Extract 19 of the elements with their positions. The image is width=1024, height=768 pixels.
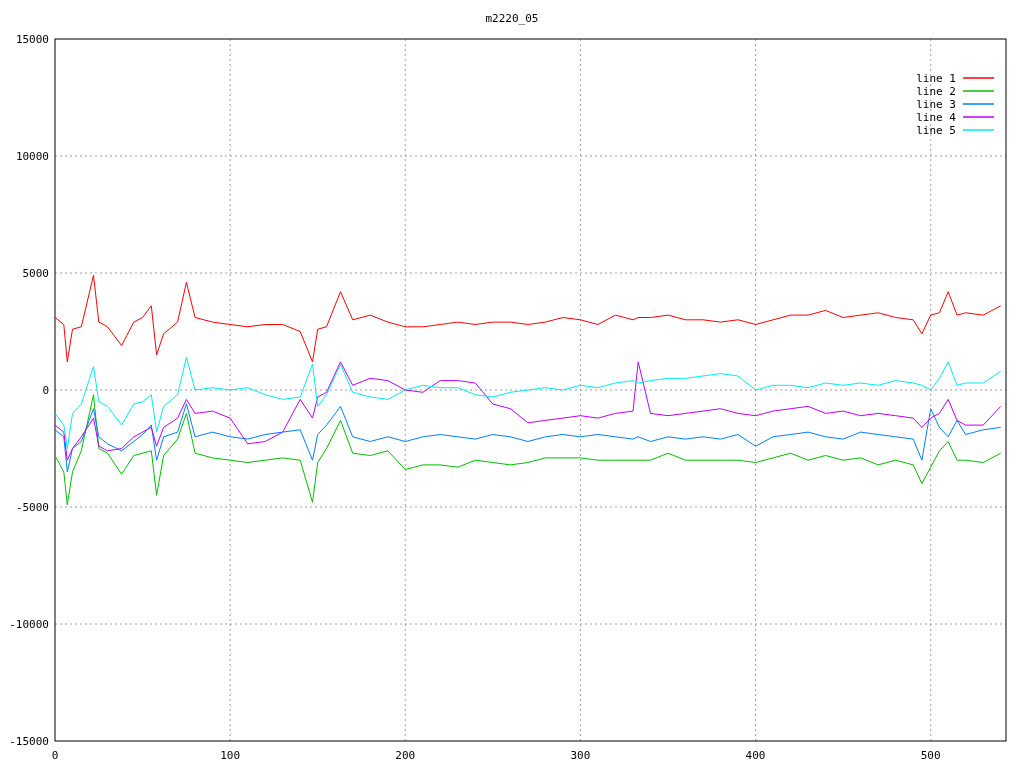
x-tick-label: 200 [395,749,416,762]
x-tick-label: 0 [51,749,59,762]
y-tick-label: -15000 [9,735,49,748]
y-tick-label: -5000 [15,501,49,514]
legend-label: line 3 [916,98,956,111]
x-tick-label: 400 [745,749,766,762]
y-tick-label: 0 [42,384,49,397]
chart-title: m2220_05 [485,12,539,25]
legend-label: line 5 [916,124,956,137]
x-tick-label: 500 [920,749,941,762]
legend-label: line 1 [916,72,956,85]
x-tick-label: 100 [220,749,241,762]
y-tick-label: -10000 [9,618,49,631]
y-tick-label: 10000 [15,150,49,163]
legend-label: line 2 [916,85,956,98]
legend-label: line 4 [916,111,956,124]
y-tick-label: 5000 [22,267,49,280]
x-tick-label: 300 [570,749,591,762]
y-tick-label: 15000 [15,33,49,46]
